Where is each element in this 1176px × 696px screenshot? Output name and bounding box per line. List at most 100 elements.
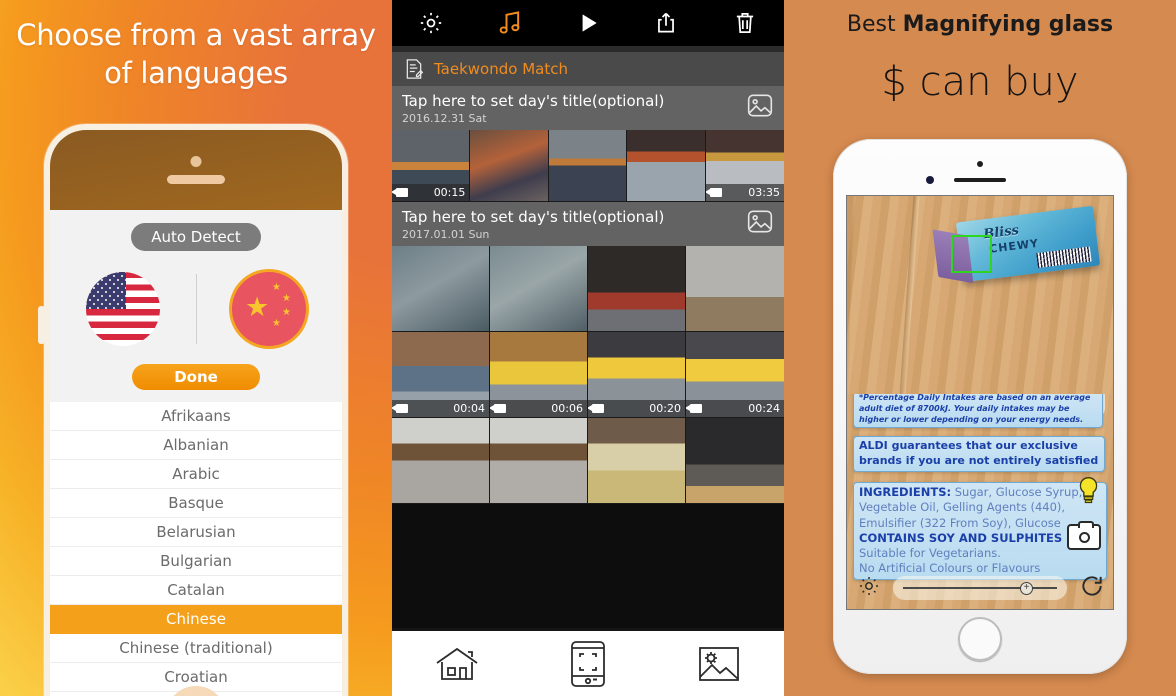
day-header[interactable]: Tap here to set day's title(optional) 20… [392,86,784,130]
zoom-slider[interactable]: + [893,576,1067,600]
photo-thumbnail[interactable] [392,418,490,504]
language-list-item[interactable]: Basque [50,489,342,518]
video-camera-icon [490,404,506,413]
source-language-flag-us[interactable] [86,272,160,346]
video-thumbnail[interactable]: 03:35 [705,130,784,202]
refresh-button[interactable] [1079,573,1105,604]
day-1-thumbnail-grid: 00:15 03:35 [392,130,784,202]
duration-badge: 03:35 [705,184,784,201]
promo-line-1: Choose from a vast array [16,18,376,52]
language-list-item[interactable]: Bulgarian [50,547,342,576]
video-thumbnail[interactable]: 00:24 [686,332,784,418]
tab-home[interactable] [392,644,523,684]
delete-button[interactable] [706,10,784,36]
music-note-icon [499,11,520,34]
front-camera-icon [190,156,202,167]
language-list-item[interactable]: Chinese (traditional) [50,634,342,663]
play-icon [582,14,597,32]
share-button[interactable] [627,10,705,36]
day-date: 2016.12.31 Sat [402,112,487,125]
photo-thumbnail[interactable] [548,130,628,202]
volume-button[interactable] [38,306,45,344]
duration-badge: 00:20 [588,400,685,417]
vegetarian-note: Suitable for Vegetarians. [859,546,1001,561]
phone-home-button[interactable] [958,617,1002,661]
magnifier-settings-button[interactable] [857,574,881,603]
headline-bold: Magnifying glass [902,12,1114,37]
gear-icon [860,576,878,595]
video-camera-icon [392,188,408,197]
photo-thumbnail[interactable] [588,246,686,332]
capture-photo-button[interactable] [1067,521,1101,550]
video-camera-icon [705,188,722,197]
flashlight-button[interactable] [1076,476,1101,505]
photo-thumbnail[interactable] [392,246,490,332]
photo-picker-button[interactable] [746,93,774,124]
video-camera-icon [392,404,408,413]
gear-icon [421,12,442,34]
video-toolbar [392,0,784,46]
music-button[interactable] [470,9,548,37]
gallery-icon [698,646,739,681]
duration-text: 00:06 [551,402,583,415]
photo-thumbnail[interactable] [490,418,588,504]
video-thumbnail[interactable]: 00:15 [392,130,471,202]
photo-picker-button[interactable] [746,209,774,240]
auto-detect-button[interactable]: Auto Detect [131,223,261,251]
language-list-item[interactable]: Catalan [50,576,342,605]
detection-box [951,235,992,273]
china-star-2-icon: ★ [282,293,291,304]
china-star-3-icon: ★ [282,307,291,318]
promo-line-2: of languages [104,56,288,91]
photo-thumbnail[interactable] [490,246,588,332]
day-title-placeholder: Tap here to set day's title(optional) [402,92,665,110]
document-edit-icon [406,59,424,79]
bottom-tab-bar [392,628,784,696]
ingredients-heading: INGREDIENTS: [859,485,952,499]
zoom-slider-knob[interactable]: + [1020,581,1033,595]
headline-prefix: Best [846,12,903,37]
tab-capture[interactable] [523,640,654,688]
done-button[interactable]: Done [132,364,260,390]
language-list-item[interactable]: Arabic [50,460,342,489]
earpiece-speaker-icon [954,178,1006,182]
language-flag-row: ★ ★ ★ ★ ★ [50,260,342,358]
day-title-placeholder: Tap here to set day's title(optional) [402,208,665,226]
photo-thumbnail[interactable] [686,246,784,332]
play-button[interactable] [549,10,627,36]
language-list[interactable]: Afrikaans Albanian Arabic Basque Belarus… [50,402,342,696]
zoom-slider-track [903,587,1057,589]
us-flag-canton-icon [86,272,126,309]
language-list-item[interactable]: Afrikaans [50,402,342,431]
magnifier-app-screen: Bliss CHEWY *Percentage Daily Intakes ar… [846,195,1114,610]
photo-thumbnail[interactable] [470,130,549,202]
allergen-warning: CONTAINS SOY AND SULPHITES [859,530,1063,545]
language-list-item[interactable]: Belarusian [50,518,342,547]
day-header[interactable]: Tap here to set day's title(optional) 20… [392,202,784,246]
photo-thumbnail[interactable] [686,418,784,504]
language-list-item[interactable]: Albanian [50,431,342,460]
duration-badge: 00:24 [686,400,784,417]
photo-thumbnail[interactable] [627,130,706,202]
tab-gallery[interactable] [653,644,784,684]
video-thumbnail[interactable]: 00:04 [392,332,490,418]
grid-empty-space [392,572,784,628]
magnified-region: *Percentage Daily Intakes are based on a… [847,394,1113,609]
phone-mockup-translator: Auto Detect ★ ★ ★ ★ ★ Done Afrikaans Alb… [38,124,348,696]
video-thumbnail[interactable]: 00:20 [588,332,686,418]
video-thumbnail[interactable]: 00:06 [490,332,588,418]
duration-text: 00:15 [433,186,466,199]
project-title-bar[interactable]: Taekwondo Match [392,52,784,86]
day-date: 2017.01.01 Sun [402,228,490,241]
camera-icon [1078,531,1090,543]
home-icon [436,647,478,680]
flag-divider [196,274,197,344]
target-language-flag-china[interactable]: ★ ★ ★ ★ ★ [232,272,306,346]
settings-button[interactable] [392,10,470,36]
language-list-item-selected[interactable]: Chinese [50,605,342,634]
photo-thumbnail[interactable] [588,418,686,504]
phone-mockup-magnifier: Bliss CHEWY *Percentage Daily Intakes ar… [833,139,1127,674]
lightbulb-icon [1079,477,1098,504]
share-icon [658,12,675,33]
duration-badge: 00:06 [490,400,587,417]
